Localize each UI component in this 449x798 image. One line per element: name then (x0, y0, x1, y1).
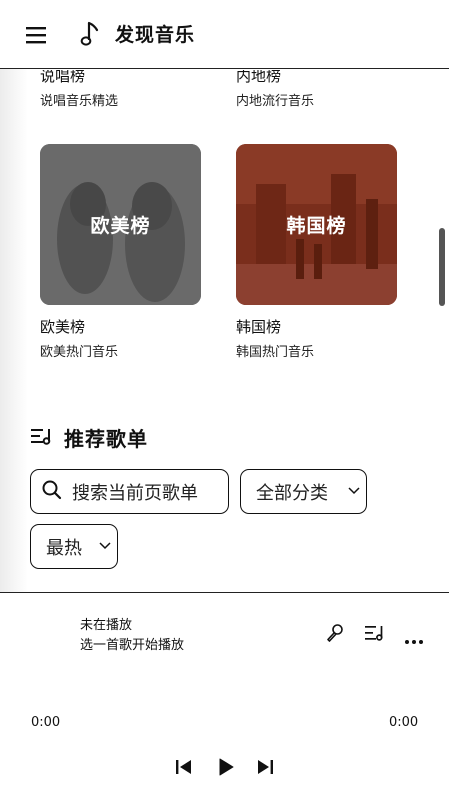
play-icon[interactable] (216, 757, 236, 781)
chart-caption-korean[interactable]: 韩国榜 韩国热门音乐 (236, 316, 314, 360)
search-placeholder: 搜索当前页歌单 (72, 482, 198, 504)
chevron-down-icon (348, 487, 360, 495)
chart-caption-rap[interactable]: 说唱榜 说唱音乐精选 (40, 70, 118, 109)
now-playing-title: 未在播放 (80, 618, 133, 633)
top-app-bar: 发现音乐 (0, 0, 449, 69)
chart-cover-western[interactable]: 欧美榜 (40, 144, 201, 305)
cover-label: 韩国榜 (286, 215, 347, 237)
chart-subtitle: 韩国热门音乐 (236, 345, 315, 360)
microphone-icon[interactable] (325, 623, 345, 647)
recommended-playlists-header: 推荐歌单 (30, 423, 148, 452)
now-playing-subtitle: 选一首歌开始播放 (80, 638, 185, 653)
next-icon[interactable] (255, 758, 275, 780)
menu-icon[interactable] (24, 22, 52, 48)
mini-player: 未在播放 选一首歌开始播放 0:00 0:00 (0, 592, 449, 798)
total-time: 0:00 (389, 715, 419, 730)
chart-subtitle: 欧美热门音乐 (40, 345, 119, 360)
chart-subtitle: 说唱音乐精选 (40, 94, 119, 109)
chart-caption-mainland[interactable]: 内地榜 内地流行音乐 (236, 70, 314, 109)
chart-subtitle: 内地流行音乐 (236, 94, 315, 109)
scrollbar-thumb[interactable] (439, 228, 445, 306)
playlist-icon (30, 426, 54, 450)
category-select-value: 全部分类 (256, 482, 328, 504)
page-title: 发现音乐 (115, 24, 196, 46)
more-icon[interactable] (404, 630, 424, 649)
chevron-down-icon (99, 542, 111, 550)
chart-caption-western[interactable]: 欧美榜 欧美热门音乐 (40, 316, 118, 360)
playlist-icon[interactable] (364, 624, 386, 646)
sort-select-value: 最热 (46, 537, 82, 559)
chart-title: 内地榜 (236, 70, 282, 85)
chart-title: 韩国榜 (236, 318, 282, 336)
sort-select[interactable]: 最热 (30, 524, 118, 569)
chart-title: 说唱榜 (40, 70, 86, 85)
discover-content[interactable]: 说唱榜 说唱音乐精选 内地榜 内地流行音乐 欧美榜 韩国榜 欧美榜 欧美热门音乐… (0, 70, 449, 592)
chart-title: 欧美榜 (40, 318, 86, 336)
previous-icon[interactable] (174, 758, 194, 780)
chart-cover-korean[interactable]: 韩国榜 (236, 144, 397, 305)
cover-label: 欧美榜 (90, 215, 151, 237)
current-time: 0:00 (31, 715, 61, 730)
section-title: 推荐歌单 (64, 427, 148, 451)
search-icon (41, 479, 63, 505)
category-select[interactable]: 全部分类 (240, 469, 367, 514)
music-note-icon (80, 20, 102, 48)
playlist-search-input[interactable]: 搜索当前页歌单 (30, 469, 229, 514)
